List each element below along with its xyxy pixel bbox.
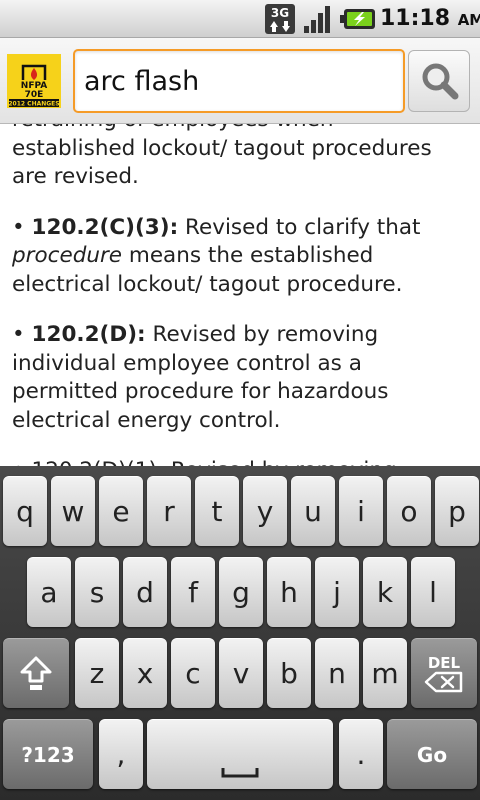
key-q[interactable]: q bbox=[3, 476, 47, 546]
key-b[interactable]: b bbox=[267, 638, 311, 708]
nfpa-70e-logo-icon: NFPA 70E 2012 CHANGES bbox=[7, 54, 61, 108]
paragraph-1: established lockout/ tagout procedures a… bbox=[12, 135, 432, 190]
key-k[interactable]: k bbox=[363, 557, 407, 627]
key-o[interactable]: o bbox=[387, 476, 431, 546]
search-button[interactable] bbox=[408, 50, 470, 112]
section-ref: 120.2(C)(3): bbox=[31, 214, 179, 240]
key-i[interactable]: i bbox=[339, 476, 383, 546]
key-w[interactable]: w bbox=[51, 476, 95, 546]
spacebar-icon bbox=[221, 767, 259, 777]
paragraph-120-2-c-3: • 120.2(C)(3): Revised to clarify that p… bbox=[12, 214, 470, 300]
key-z[interactable]: z bbox=[75, 638, 119, 708]
backspace-icon bbox=[424, 671, 463, 692]
paragraph-partial: • 120.2(D)(1): Revised by removing bbox=[12, 457, 470, 466]
key-f[interactable]: f bbox=[171, 557, 215, 627]
content-text: retraining of employees when established… bbox=[12, 124, 470, 466]
key-j[interactable]: j bbox=[315, 557, 359, 627]
svg-text:3G: 3G bbox=[271, 6, 289, 20]
key-g[interactable]: g bbox=[219, 557, 263, 627]
key-v[interactable]: v bbox=[219, 638, 263, 708]
clock-time: 11:18 bbox=[380, 6, 451, 31]
key-n[interactable]: n bbox=[315, 638, 359, 708]
3g-data-icon: 3G bbox=[265, 4, 295, 34]
paragraph-120-2-d: • 120.2(D): Revised by removing individu… bbox=[12, 321, 470, 435]
search-icon bbox=[422, 63, 459, 100]
key-p[interactable]: p bbox=[435, 476, 479, 546]
space-key[interactable] bbox=[147, 719, 333, 789]
paragraph-text: Revised to clarify that bbox=[185, 214, 421, 240]
symbols-key[interactable]: ?123 bbox=[3, 719, 93, 789]
shift-arrow-icon bbox=[20, 656, 52, 690]
search-input[interactable] bbox=[73, 49, 405, 113]
key-d[interactable]: d bbox=[123, 557, 167, 627]
key-u[interactable]: u bbox=[291, 476, 335, 546]
clock: 11:18 AM bbox=[380, 6, 480, 31]
search-bar: NFPA 70E 2012 CHANGES bbox=[0, 38, 480, 124]
status-bar: 3G 11:18 AM bbox=[0, 0, 480, 38]
signal-icon bbox=[304, 6, 330, 33]
section-ref: 120.2(D): bbox=[31, 322, 146, 347]
svg-text:70E: 70E bbox=[25, 90, 44, 100]
battery-charging-icon bbox=[340, 9, 375, 29]
bullet: • bbox=[12, 214, 25, 240]
key-t[interactable]: t bbox=[195, 476, 239, 546]
shift-key[interactable] bbox=[3, 638, 69, 708]
clock-ampm: AM bbox=[457, 11, 480, 29]
content-viewer[interactable]: retraining of employees when established… bbox=[0, 124, 480, 466]
delete-label: DEL bbox=[427, 653, 461, 672]
key-c[interactable]: c bbox=[171, 638, 215, 708]
emphasized-term: procedure bbox=[12, 243, 123, 268]
key-l[interactable]: l bbox=[411, 557, 455, 627]
comma-key[interactable]: , bbox=[99, 719, 143, 789]
go-key[interactable]: Go bbox=[387, 719, 477, 789]
key-s[interactable]: s bbox=[75, 557, 119, 627]
key-h[interactable]: h bbox=[267, 557, 311, 627]
period-key[interactable]: . bbox=[339, 719, 383, 789]
partial-top-line: retraining of employees when bbox=[12, 124, 470, 135]
delete-key[interactable]: DEL bbox=[411, 638, 477, 708]
bullet: • bbox=[12, 322, 25, 347]
key-r[interactable]: r bbox=[147, 476, 191, 546]
svg-text:2012 CHANGES: 2012 CHANGES bbox=[8, 101, 59, 108]
key-a[interactable]: a bbox=[27, 557, 71, 627]
key-x[interactable]: x bbox=[123, 638, 167, 708]
key-m[interactable]: m bbox=[363, 638, 407, 708]
key-e[interactable]: e bbox=[99, 476, 143, 546]
key-y[interactable]: y bbox=[243, 476, 287, 546]
